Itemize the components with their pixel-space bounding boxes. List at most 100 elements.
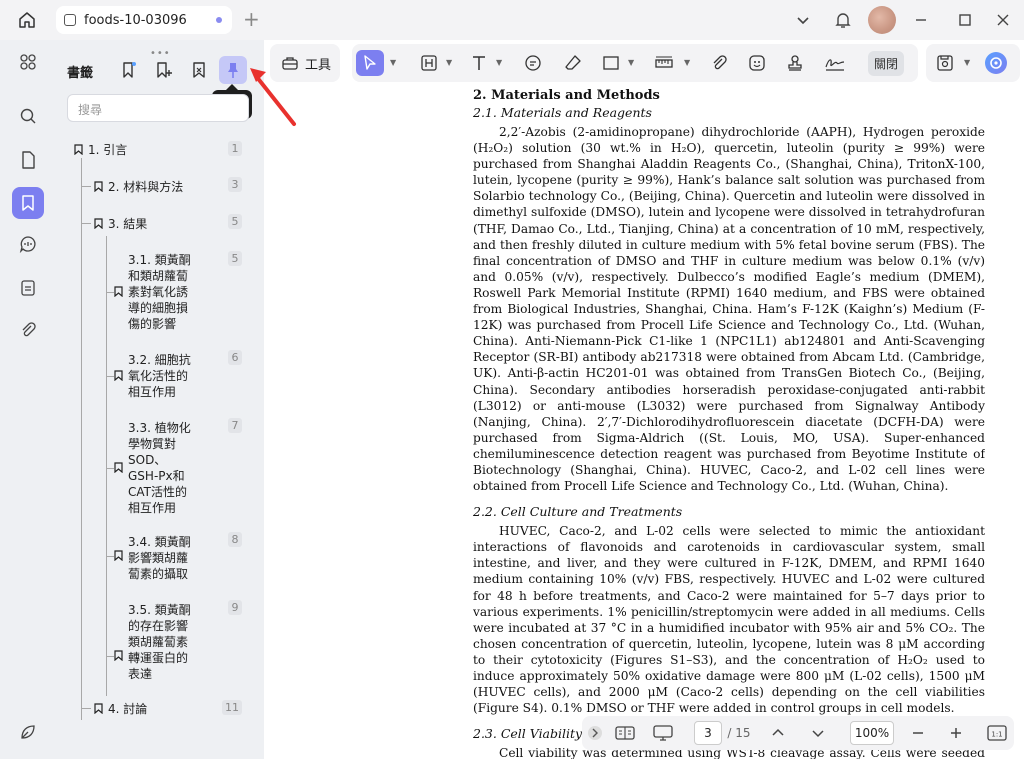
bell-icon[interactable] xyxy=(832,8,854,32)
total-pages: / 15 xyxy=(727,726,751,740)
sticker-icon[interactable] xyxy=(746,50,768,76)
attachment-icon[interactable] xyxy=(12,314,44,346)
ai-assistant-icon[interactable] xyxy=(982,50,1010,76)
maximize-icon[interactable] xyxy=(954,8,976,32)
tree-guide-line xyxy=(81,158,82,720)
form-fields-icon[interactable] xyxy=(12,272,44,304)
tree-branch-line xyxy=(106,556,114,557)
eraser-icon[interactable] xyxy=(562,50,584,76)
close-tools-button[interactable]: 關閉 xyxy=(866,50,906,76)
annotation-tools-group: ▼ ▼ ▼ ▼ ▼ 關閉 xyxy=(352,44,918,82)
bookmark-search-input[interactable]: 搜尋 xyxy=(67,94,249,122)
bookmark-item-3-2[interactable]: 3.2. 細胞抗 氧化活性的 相互作用 xyxy=(128,352,198,400)
pages-icon[interactable] xyxy=(12,144,44,176)
actual-size-icon[interactable]: 1:1 xyxy=(986,721,1008,745)
two-page-view-icon[interactable] xyxy=(614,721,636,745)
chevron-down-icon[interactable] xyxy=(792,8,814,32)
avatar[interactable] xyxy=(868,6,896,34)
chevron-down-icon[interactable]: ▼ xyxy=(390,58,396,67)
paragraph: 2,2′-Azobis (2-amidinopropane) dihydroch… xyxy=(473,125,985,494)
select-cursor-icon[interactable] xyxy=(356,50,384,76)
bookmark-icon xyxy=(94,218,103,229)
bookmark-page: 8 xyxy=(228,532,242,547)
zoom-in-icon[interactable] xyxy=(946,721,966,745)
rectangle-shape-icon[interactable] xyxy=(600,50,622,76)
bookmark-item-3[interactable]: 3. 結果 xyxy=(108,216,147,232)
bookmark-icon xyxy=(94,181,103,192)
bookmark-page: 6 xyxy=(228,350,242,365)
page-navigation-bar: 3 / 15 100% 1:1 xyxy=(582,716,1014,750)
next-page-icon[interactable] xyxy=(808,721,828,745)
home-icon[interactable] xyxy=(14,8,40,32)
bookmark-item-3-4[interactable]: 3.4. 類黃酮 影響類胡蘿 蔔素的攝取 xyxy=(128,534,198,582)
comment-icon[interactable] xyxy=(522,50,544,76)
bookmark-item-2[interactable]: 2. 材料與方法 xyxy=(108,179,183,195)
document-tab[interactable]: foods-10-03096 xyxy=(56,6,232,34)
tree-branch-line xyxy=(81,708,91,709)
zoom-out-icon[interactable] xyxy=(908,721,928,745)
bookmark-icon xyxy=(114,550,123,561)
section-heading: 2. Materials and Methods xyxy=(473,88,660,103)
paragraph: HUVEC, Caco-2, and L-02 cells were selec… xyxy=(473,524,985,716)
measure-ruler-icon[interactable] xyxy=(652,50,676,76)
text-tool-icon[interactable] xyxy=(468,50,490,76)
tree-branch-line xyxy=(81,223,91,224)
bookmark-icon xyxy=(74,144,83,155)
subsection-heading: 2.2. Cell Culture and Treatments xyxy=(473,504,683,520)
bookmark-page: 5 xyxy=(228,251,242,266)
bookmark-page: 3 xyxy=(228,177,242,192)
bookmark-page: 5 xyxy=(228,214,242,229)
svg-text:1:1: 1:1 xyxy=(991,731,1002,739)
title-bar: foods-10-03096 + xyxy=(0,0,1024,40)
search-icon[interactable] xyxy=(12,100,44,132)
chevron-down-icon[interactable]: ▼ xyxy=(628,58,634,67)
pdf-page[interactable]: 2. Materials and Methods 2.1. Materials … xyxy=(473,86,985,759)
stamp-icon[interactable] xyxy=(784,50,806,76)
new-tab-plus-icon[interactable]: + xyxy=(243,8,260,30)
bookmark-icon xyxy=(94,703,103,714)
signature-icon[interactable] xyxy=(822,50,848,76)
save-document-icon[interactable] xyxy=(934,50,956,76)
bookmark-page: 11 xyxy=(222,700,242,715)
subsection-heading: 2.1. Materials and Reagents xyxy=(473,105,652,120)
tree-branch-line xyxy=(106,376,114,377)
unsaved-dot xyxy=(216,17,222,23)
close-window-icon[interactable] xyxy=(992,8,1014,32)
thumbnails-grid-icon[interactable] xyxy=(12,46,44,78)
bookmark-icon xyxy=(114,370,123,381)
bookmark-item-3-1[interactable]: 3.1. 類黃酮 和類胡蘿蔔 素對氧化誘 導的細胞損 傷的影響 xyxy=(128,252,198,332)
remove-bookmark-icon[interactable] xyxy=(185,56,213,84)
pin-to-top-icon[interactable] xyxy=(219,56,247,84)
zoom-level-input[interactable]: 100% xyxy=(850,721,894,745)
previous-page-icon[interactable] xyxy=(768,721,788,745)
document-tab-title: foods-10-03096 xyxy=(84,12,187,28)
highlight-text-icon[interactable] xyxy=(418,50,440,76)
tree-branch-line xyxy=(81,186,91,187)
chevron-down-icon[interactable]: ▼ xyxy=(446,58,452,67)
bookmark-page: 1 xyxy=(228,141,242,156)
bookmark-item-3-3[interactable]: 3.3. 植物化 學物質對 SOD、 GSH-Px和 CAT活性的 相互作用 xyxy=(128,420,198,516)
chevron-down-icon[interactable]: ▼ xyxy=(684,58,690,67)
bookmark-item-4[interactable]: 4. 討論 xyxy=(108,701,147,717)
current-page-input[interactable]: 3 xyxy=(694,721,722,745)
bookmark-item-1[interactable]: 1. 引言 xyxy=(88,142,127,158)
minimize-icon[interactable] xyxy=(910,8,932,32)
bookmark-icon xyxy=(114,462,123,473)
tree-branch-line xyxy=(106,656,114,657)
bookmark-icon xyxy=(114,286,123,297)
attachment-icon[interactable] xyxy=(708,50,730,76)
add-bookmark-icon[interactable] xyxy=(150,56,178,84)
theme-leaf-icon[interactable] xyxy=(12,716,44,748)
bookmark-item-3-5[interactable]: 3.5. 類黃酮 的存在影響 類胡蘿蔔素 轉運蛋白的 表達 xyxy=(128,602,198,682)
chevron-down-icon[interactable]: ▼ xyxy=(496,58,502,67)
comment-ai-icon[interactable] xyxy=(12,228,44,260)
bookmark-page: 9 xyxy=(228,600,242,615)
tree-branch-line xyxy=(106,292,114,293)
chevron-down-icon[interactable]: ▼ xyxy=(964,58,970,67)
bookmark-panel-title: 書籤 xyxy=(67,66,94,81)
right-tools-group: ▼ xyxy=(926,44,1020,82)
collapse-chevron-icon[interactable] xyxy=(586,721,604,745)
bookmark-rail-icon[interactable] xyxy=(12,187,44,219)
presentation-icon[interactable] xyxy=(652,721,674,745)
add-bookmark-star-icon[interactable] xyxy=(115,56,143,84)
